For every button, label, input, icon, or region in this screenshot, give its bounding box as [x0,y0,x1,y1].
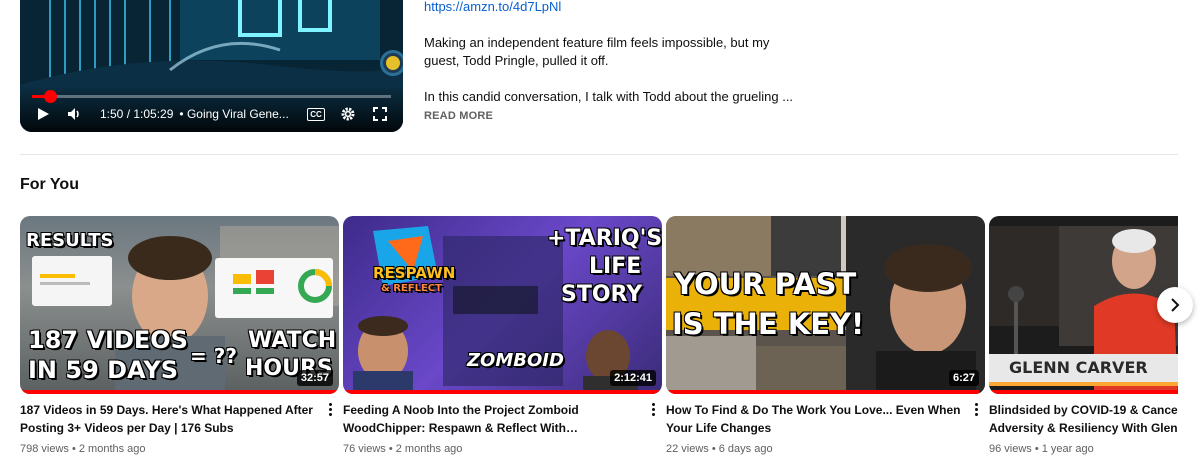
settings-icon[interactable] [337,103,359,125]
section-divider [20,154,1178,155]
duration-badge: 2:12:41 [610,370,656,386]
thumb-text-days: IN 59 DAYS [28,356,178,384]
section-title: For You [20,176,79,193]
description-paragraph-1: Making an independent feature film feels… [424,35,770,68]
video-title[interactable]: How To Find & Do The Work You Love... Ev… [666,401,965,437]
video-card[interactable]: RESULTS 187 VIDEOS IN 59 DAYS = ?? WATCH… [20,216,339,455]
video-thumbnail[interactable]: GLENN CARVER [989,216,1178,394]
thumbnail-art [666,216,985,394]
thumb-text-name: GLENN CARVER [1009,358,1148,377]
video-thumbnail[interactable]: YOUR PAST IS THE KEY! 6:27 [666,216,985,394]
thumb-text-line2: IS THE KEY! [672,307,865,341]
thumb-text-respawn: RESPAWN [373,264,456,282]
video-meta: How To Find & Do The Work You Love... Ev… [666,394,985,455]
description-paragraph-2: In this candid conversation, I talk with… [424,89,794,104]
video-title[interactable]: Blindsided by COVID-19 & Cancer Adversit… [989,401,1178,437]
video-thumbnail[interactable]: RESULTS 187 VIDEOS IN 59 DAYS = ?? WATCH… [20,216,339,394]
thumb-text-tariq: +TARIQ'S [547,226,662,251]
play-icon[interactable] [32,103,54,125]
affiliate-link[interactable]: https://amzn.to/4d7LpNl [424,0,561,14]
chapter-title[interactable]: • Going Viral Gene... [179,107,288,121]
thumb-text-eq: = ?? [190,344,237,368]
video-thumbnail[interactable]: RESPAWN & REFLECT +TARIQ'S LIFE STORY ZO… [343,216,662,394]
thumb-text-zomboid: ZOMBOID [467,350,564,371]
video-description: https://amzn.to/4d7LpNl Making an indepe… [424,0,804,124]
video-meta: 187 Videos in 59 Days. Here's What Happe… [20,394,339,455]
more-options-icon[interactable] [646,400,660,418]
progress-bar[interactable] [32,90,391,103]
video-stats: 96 views • 1 year ago [989,443,1094,455]
cc-icon[interactable]: CC [305,103,327,125]
video-title[interactable]: 187 Videos in 59 Days. Here's What Happe… [20,401,319,437]
video-stats: 798 views • 2 months ago [20,443,146,455]
thumb-text-videos: 187 VIDEOS [28,326,188,354]
thumb-text-line1: YOUR PAST [674,267,857,301]
next-arrow-button[interactable] [1157,287,1193,323]
video-card[interactable]: GLENN CARVER Blindsided by COVID-19 & Ca… [989,216,1178,455]
duration-badge: 32:57 [296,370,333,386]
video-meta: Feeding A Noob Into the Project Zomboid … [343,394,662,455]
fullscreen-icon[interactable] [369,103,391,125]
thumb-text-results: RESULTS [26,230,114,251]
video-stats: 76 views • 2 months ago [343,443,463,455]
video-card[interactable]: YOUR PAST IS THE KEY! 6:27 How To Find &… [666,216,985,455]
thumb-text-life: LIFE [589,254,642,279]
chevron-right-icon [1171,298,1180,312]
thumb-text-reflect: & REFLECT [381,283,442,294]
thumb-text-watch: WATCH [248,328,337,353]
channel-watermark[interactable] [380,50,403,76]
video-meta: Blindsided by COVID-19 & Cancer Adversit… [989,394,1178,455]
time-display: 1:50 / 1:05:29 [100,107,174,121]
player-control-row: 1:50 / 1:05:29 • Going Viral Gene... CC [20,102,403,126]
more-options-icon[interactable] [323,400,337,418]
more-options-icon[interactable] [969,400,983,418]
thumb-text-story: STORY [561,282,643,307]
video-title[interactable]: Feeding A Noob Into the Project Zomboid … [343,401,642,437]
volume-icon[interactable] [64,103,86,125]
player-right-controls: CC [295,103,391,125]
duration-badge: 6:27 [948,370,979,386]
read-more-button[interactable]: READ MORE [424,110,493,122]
video-player[interactable]: 1:50 / 1:05:29 • Going Viral Gene... CC [20,0,403,132]
video-card[interactable]: RESPAWN & REFLECT +TARIQ'S LIFE STORY ZO… [343,216,662,455]
video-stats: 22 views • 6 days ago [666,443,773,455]
